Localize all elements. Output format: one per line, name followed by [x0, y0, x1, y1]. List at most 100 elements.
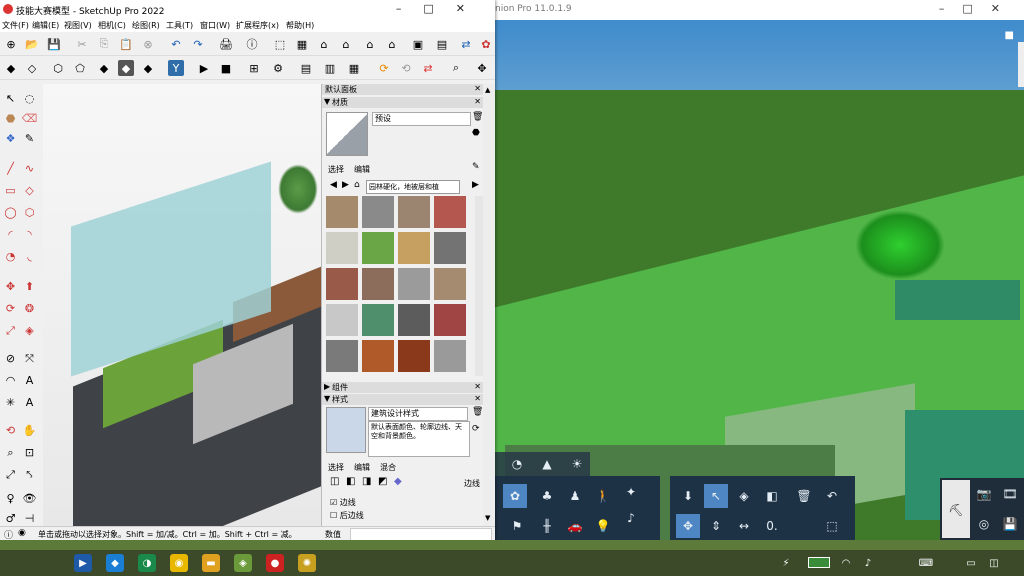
swatch[interactable]	[326, 268, 358, 300]
modeling-settings-icon[interactable]: ◆	[394, 476, 402, 487]
tape-measure-icon[interactable]: ⊘	[2, 350, 19, 367]
paint-bucket-icon[interactable]: ⬣	[2, 110, 19, 127]
lumion-frame-icon[interactable]: ⬚	[820, 514, 844, 538]
update-style-icon[interactable]: 🗑	[472, 407, 483, 417]
link-icon[interactable]: ⟳	[376, 60, 392, 76]
style-tab-mix[interactable]: 混合	[380, 462, 396, 473]
lumion-light-icon[interactable]: 💡	[591, 514, 615, 538]
lumion-landscape-icon[interactable]: ▲	[535, 452, 559, 476]
tool-a-icon[interactable]: ▤	[298, 60, 314, 76]
tray-volume-icon[interactable]: ♪	[862, 554, 874, 572]
close-icon[interactable]: ✕	[456, 2, 487, 15]
orbit-icon[interactable]: ⟲	[2, 422, 19, 439]
style-description[interactable]: 默认表面颜色、轮廓边线、天空和背景颜色。	[368, 421, 470, 457]
tab-edit[interactable]: 编辑	[354, 164, 370, 175]
checkbox-edges[interactable]: ☑ 边线	[330, 497, 356, 508]
previous-view-icon[interactable]: ⤣	[21, 466, 38, 483]
new-icon[interactable]: ⊕	[3, 36, 19, 52]
face-settings-icon[interactable]: ◧	[346, 476, 355, 487]
sample-paint-icon[interactable]: 🗑	[472, 112, 483, 122]
iso-view-icon[interactable]: ⬚	[272, 36, 288, 52]
tray-chat-icon[interactable]: ◫	[988, 554, 1000, 572]
dimension-icon[interactable]: ⤧	[21, 350, 38, 367]
tray-close-icon[interactable]: ✕	[474, 84, 481, 93]
extension-icon[interactable]: ▤	[434, 36, 450, 52]
forward-icon[interactable]: ▶	[342, 180, 349, 190]
warehouse-icon[interactable]: ▣	[410, 36, 426, 52]
axes-icon[interactable]: ✳	[2, 394, 19, 411]
watermark-settings-icon[interactable]: ◩	[378, 476, 387, 487]
swatch[interactable]	[434, 304, 466, 336]
expand-arrow-icon[interactable]: ▶	[324, 382, 330, 391]
materials-close-icon[interactable]: ✕	[474, 97, 481, 106]
lumion-value-icon[interactable]: 0.	[760, 514, 784, 538]
styles-close-icon[interactable]: ✕	[474, 394, 481, 403]
lumion-people-icon[interactable]: ♟	[563, 484, 587, 508]
render-icon[interactable]: ▶	[196, 60, 212, 76]
text-icon[interactable]: A	[21, 372, 38, 389]
swatch[interactable]	[362, 304, 394, 336]
open-icon[interactable]: 📂	[24, 36, 40, 52]
circle-icon[interactable]: ◯	[2, 204, 19, 221]
save-icon[interactable]: 💾	[46, 36, 62, 52]
walk-icon[interactable]: ♂	[2, 510, 19, 527]
tab-select[interactable]: 选择	[328, 164, 344, 175]
top-view-icon[interactable]: ▦	[294, 36, 310, 52]
lumion-tree-icon[interactable]: ♣	[535, 484, 559, 508]
taskbar-record-icon[interactable]: ●	[266, 554, 284, 572]
tray-scrollbar[interactable]: ▲ ▼	[483, 84, 495, 526]
taskbar-sketchup-icon[interactable]: ◆	[106, 554, 124, 572]
position-camera-icon[interactable]: ♀	[2, 490, 19, 507]
swatch[interactable]	[362, 232, 394, 264]
back-view-icon[interactable]: ⌂	[362, 36, 378, 52]
refresh-style-icon[interactable]: ⟳	[472, 424, 480, 434]
taskbar-lumion-icon[interactable]: ✺	[298, 554, 316, 572]
styles-header[interactable]: ▼ 样式 ✕	[322, 394, 484, 405]
line-icon[interactable]: ╱	[2, 160, 19, 177]
look-around-icon[interactable]: 👁	[21, 490, 38, 507]
menu-tools[interactable]: 工具(T)	[166, 20, 193, 31]
taskbar-app-icon[interactable]: ◈	[234, 554, 252, 572]
lumion-indoor-icon[interactable]: ⚑	[505, 514, 529, 538]
edge-settings-icon[interactable]: ◫	[330, 476, 339, 487]
lumion-sound-icon[interactable]: ♪	[619, 506, 643, 530]
minimize-icon[interactable]: –	[396, 2, 424, 15]
lumion-place-icon[interactable]: ⬇	[676, 484, 700, 508]
plugin-icon[interactable]: ✿	[478, 36, 494, 52]
scroll-down-icon[interactable]: ▼	[485, 514, 490, 522]
shaded-icon[interactable]: ◆	[96, 60, 112, 76]
zoom-window-icon[interactable]: ⊡	[21, 444, 38, 461]
lumion-car-icon[interactable]: 🚗	[563, 514, 587, 538]
back-edges-icon[interactable]: ◇	[24, 60, 40, 76]
select-arrow-icon[interactable]: ↖	[2, 90, 19, 107]
lumion-effects-icon[interactable]: ✦	[619, 480, 643, 504]
lumion-scrollbar[interactable]	[1018, 42, 1024, 87]
cut-icon[interactable]: ✂	[74, 36, 90, 52]
swatch[interactable]	[434, 340, 466, 372]
tag-icon[interactable]: ✎	[21, 130, 38, 147]
export-icon[interactable]: ⇄	[420, 60, 436, 76]
lumion-undo-icon[interactable]: ↶	[820, 484, 844, 508]
shaded-textures-icon[interactable]: ◆	[118, 60, 134, 76]
polygon-icon[interactable]: ⬡	[21, 204, 38, 221]
menu-draw[interactable]: 绘图(R)	[132, 20, 160, 31]
lumion-build-icon[interactable]: ⛏	[944, 498, 968, 522]
offset-icon[interactable]: ◈	[21, 322, 38, 339]
lumion-height-icon[interactable]: ⇕	[704, 514, 728, 538]
pie-icon[interactable]: ◔	[2, 248, 19, 265]
background-settings-icon[interactable]: ◨	[362, 476, 371, 487]
close-icon[interactable]: ✕	[991, 2, 1018, 15]
swatch-scrollbar[interactable]	[475, 196, 483, 376]
front-view-icon[interactable]: ⌂	[316, 36, 332, 52]
menu-edit[interactable]: 编辑(E)	[32, 20, 59, 31]
search-icon[interactable]: ⌕	[448, 60, 464, 76]
lumion-fullscreen-icon[interactable]: ■	[1005, 30, 1014, 41]
menu-view[interactable]: 视图(V)	[64, 20, 92, 31]
lumion-photo-icon[interactable]: 📷	[972, 482, 996, 506]
battery-indicator[interactable]	[808, 557, 830, 568]
menu-camera[interactable]: 相机(C)	[98, 20, 126, 31]
component-icon[interactable]: ❖	[2, 130, 19, 147]
paste-icon[interactable]: 📋	[118, 36, 134, 52]
components-close-icon[interactable]: ✕	[474, 382, 481, 391]
rectangle-icon[interactable]: ▭	[2, 182, 19, 199]
